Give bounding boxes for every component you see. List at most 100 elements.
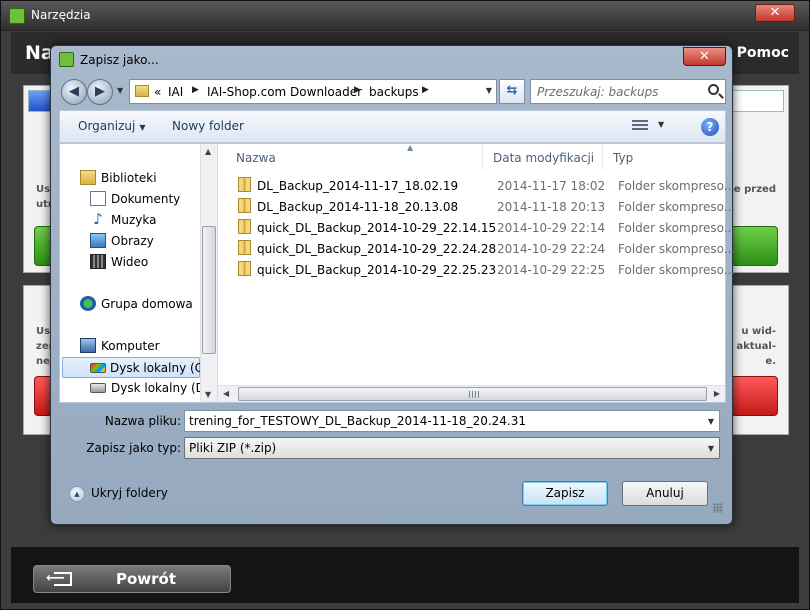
nav-item-label: Dysk lokalny (D:) (111, 381, 214, 395)
nav-item-documents[interactable]: Dokumenty (90, 189, 200, 209)
app-footer: ⟵ Powrót (11, 547, 799, 603)
app-title: Narzędzia (31, 8, 91, 22)
filetype-selected-value: Pliki ZIP (*.zip) (189, 441, 277, 455)
dialog-title: Zapisz jako... (80, 53, 159, 67)
file-date: 2014-11-18 20:13 (497, 200, 606, 214)
scroll-down-icon[interactable]: ▼ (205, 390, 211, 399)
save-button[interactable]: Zapisz (522, 481, 608, 506)
organize-button[interactable]: Organizuj ▼ (78, 119, 145, 133)
view-options-icon[interactable] (632, 120, 648, 133)
column-header-date[interactable]: Data modyfikacji (483, 144, 603, 170)
cancel-button[interactable]: Anuluj (622, 481, 708, 506)
help-link[interactable]: Pomoc (737, 45, 789, 61)
nav-item-local-disk-d[interactable]: Dysk lokalny (D:) (90, 378, 214, 398)
nav-item-video[interactable]: Wideo (90, 252, 200, 272)
scroll-up-icon[interactable]: ▲ (205, 147, 211, 156)
file-row[interactable]: DL_Backup_2014-11-18_20.13.08 2014-11-18… (228, 196, 735, 217)
breadcrumb-separator-icon[interactable]: ▶ (422, 85, 429, 95)
nav-item-label: Dokumenty (111, 192, 181, 206)
pictures-icon (90, 233, 106, 248)
file-date: 2014-10-29 22:24 (497, 242, 606, 256)
filename-input[interactable] (189, 413, 699, 429)
column-header-type[interactable]: Typ (603, 144, 723, 170)
file-row[interactable]: quick_DL_Backup_2014-10-29_22.14.15 2014… (228, 217, 735, 238)
breadcrumb-downloader[interactable]: IAI-Shop.com Downloader (207, 85, 362, 99)
local-disk-c-icon (90, 363, 106, 373)
breadcrumb-separator-icon[interactable]: ▶ (192, 85, 199, 95)
file-row[interactable]: quick_DL_Backup_2014-10-29_22.25.23 2014… (228, 259, 735, 280)
chevron-down-icon: ▼ (139, 123, 146, 132)
browser-content: Biblioteki Dokumenty ♪ Muzyka Obrazy Wid… (59, 143, 735, 403)
filetype-row: Zapisz jako typ: Pliki ZIP (*.zip) ▼ (59, 437, 726, 461)
nav-item-homegroup[interactable]: Grupa domowa (80, 294, 198, 314)
scrollbar-thumb[interactable] (238, 387, 707, 401)
back-arrow-button[interactable]: ◀ (61, 79, 87, 105)
file-name: quick_DL_Backup_2014-10-29_22.24.28 (257, 242, 497, 256)
exit-icon (54, 572, 72, 586)
chevron-down-icon[interactable]: ▼ (708, 417, 714, 426)
nav-item-label: Biblioteki (101, 171, 157, 185)
filename-row: Nazwa pliku: ▼ (59, 410, 726, 434)
back-button[interactable]: ⟵ Powrót (33, 565, 231, 593)
file-row[interactable]: quick_DL_Backup_2014-10-29_22.24.28 2014… (228, 238, 735, 259)
filename-field[interactable]: ▼ (184, 410, 720, 432)
filename-label: Nazwa pliku: (104, 414, 181, 428)
back-button-label: Powrót (116, 570, 177, 588)
search-input[interactable] (537, 84, 697, 100)
address-dropdown-icon[interactable]: ▼ (486, 86, 492, 95)
breadcrumb-backups[interactable]: backups (369, 85, 419, 99)
file-list-horizontal-scrollbar[interactable]: ◀ ▶ (218, 385, 725, 402)
nav-item-label: Grupa domowa (101, 297, 193, 311)
search-box[interactable] (530, 79, 726, 104)
file-name: quick_DL_Backup_2014-10-29_22.14.15 (257, 221, 497, 235)
nav-item-label: Dysk lokalny (C:) (110, 361, 212, 375)
file-type: Folder skompreso... (618, 179, 736, 193)
file-type: Folder skompreso... (618, 200, 736, 214)
file-name: DL_Backup_2014-11-18_20.13.08 (257, 200, 459, 214)
help-icon[interactable]: ? (701, 118, 719, 136)
navigation-row: ◀ ▶ ▼ « IAI ▶ IAI-Shop.com Downloader ▶ … (59, 78, 726, 106)
scroll-right-icon[interactable]: ▶ (714, 389, 720, 398)
new-folder-button[interactable]: Nowy folder (172, 119, 244, 133)
forward-arrow-button[interactable]: ▶ (87, 79, 113, 105)
file-row[interactable]: DL_Backup_2014-11-17_18.02.19 2014-11-17… (228, 175, 735, 196)
address-bar[interactable]: « IAI ▶ IAI-Shop.com Downloader ▶ backup… (129, 79, 497, 104)
nav-item-libraries[interactable]: Biblioteki (80, 168, 190, 188)
file-name: DL_Backup_2014-11-17_18.02.19 (257, 179, 459, 193)
search-icon[interactable] (708, 84, 719, 95)
breadcrumb-separator-icon[interactable]: ▶ (354, 85, 361, 95)
zip-folder-icon (238, 198, 251, 213)
resize-grip[interactable] (713, 503, 723, 513)
app-close-button[interactable]: ✕ (755, 4, 795, 22)
folder-icon (135, 85, 149, 97)
nav-item-pictures[interactable]: Obrazy (90, 231, 200, 251)
zip-folder-icon (238, 261, 251, 276)
breadcrumb-prefix[interactable]: « (154, 85, 161, 99)
dialog-bottom-bar: ▲ Ukryj foldery Zapisz Anuluj (59, 471, 726, 516)
nav-pane-scrollbar[interactable]: ▲ ▼ (200, 144, 217, 402)
nav-item-computer[interactable]: Komputer (80, 336, 198, 356)
nav-item-label: Wideo (111, 255, 149, 269)
scrollbar-thumb[interactable] (202, 226, 216, 354)
zip-folder-icon (238, 219, 251, 234)
organize-label: Organizuj (78, 119, 136, 133)
refresh-button[interactable]: ⇆ (499, 79, 525, 104)
dialog-close-button[interactable]: ✕ (683, 47, 726, 66)
chevron-down-icon[interactable]: ▼ (708, 444, 714, 453)
breadcrumb-iai[interactable]: IAI (168, 85, 183, 99)
file-type: Folder skompreso... (618, 263, 736, 277)
dialog-app-icon (59, 52, 74, 67)
recent-locations-dropdown-icon[interactable]: ▼ (117, 86, 123, 95)
app-icon (9, 8, 25, 24)
filetype-select[interactable]: Pliki ZIP (*.zip) ▼ (184, 437, 720, 459)
chevron-up-icon: ▲ (69, 486, 85, 502)
file-type: Folder skompreso... (618, 221, 736, 235)
hide-folders-label: Ukryj foldery (91, 486, 168, 500)
libraries-icon (80, 170, 96, 185)
nav-item-local-disk-c[interactable]: Dysk lokalny (C:) (62, 357, 212, 378)
nav-item-music[interactable]: ♪ Muzyka (90, 210, 200, 230)
column-header-name[interactable]: Nazwa (226, 144, 483, 170)
view-dropdown-icon[interactable]: ▼ (658, 120, 664, 129)
scroll-left-icon[interactable]: ◀ (223, 389, 229, 398)
homegroup-icon (80, 296, 96, 311)
